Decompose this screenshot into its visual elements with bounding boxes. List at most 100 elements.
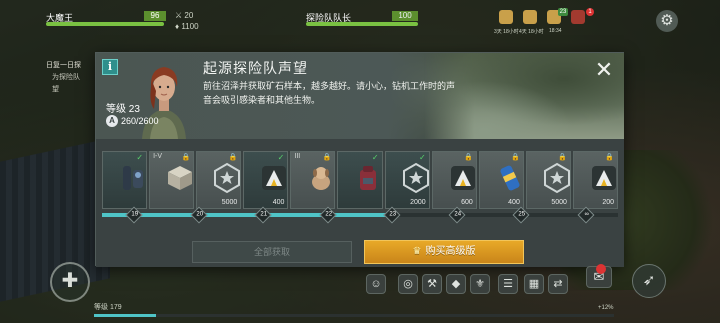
reward-tier-tag: I-V (153, 153, 163, 160)
player-stat-top-value: 20 (184, 11, 194, 20)
lock-icon: 🔒 (464, 154, 473, 161)
level-node-label: ∞ (584, 211, 589, 218)
quest-panel[interactable]: 日复一日探 为探险队 望 (46, 60, 102, 96)
level-node-row: 19 20 21 22 23 24 25 ∞ (102, 206, 618, 224)
info-icon[interactable]: i (102, 59, 118, 75)
map-icon[interactable]: ◆ (446, 274, 466, 294)
reward-quantity: 400 (508, 199, 520, 206)
reward-tier-tag: III (294, 153, 301, 160)
sprint-icon[interactable]: ➶ (632, 264, 666, 298)
dog-icon (305, 162, 337, 194)
gallery-icon[interactable]: ▦ (524, 274, 544, 294)
level-node-label: 19 (131, 211, 139, 218)
quests-icon[interactable]: ☰ (498, 274, 518, 294)
event-icon[interactable]: ◎ (398, 274, 418, 294)
checkmark-icon: ✓ (418, 153, 426, 162)
lock-icon: 🔒 (605, 154, 615, 161)
lock-icon: 🔒 (558, 154, 567, 161)
level-node-label: 23 (389, 211, 397, 218)
reward-card[interactable]: ✓ 2000 (384, 151, 432, 209)
checkmark-icon: ✓ (136, 153, 144, 162)
event-counter-badge: 23 (558, 8, 568, 16)
event-crown-icon[interactable] (523, 10, 537, 24)
modal-title: 起源探险队声望 (203, 60, 308, 76)
reward-quantity: 600 (461, 199, 473, 206)
crafting-icon[interactable]: ⚒ (422, 274, 442, 294)
supply-crate-icon (164, 162, 196, 194)
star-badge-icon (541, 162, 573, 194)
level-node: 19 (125, 206, 143, 224)
reward-card[interactable]: ✓ (337, 151, 384, 209)
reward-card[interactable]: ✓ 400 (243, 151, 290, 209)
reputation-xp-value: 260/2600 (121, 116, 159, 126)
lock-icon: 🔒 (181, 154, 191, 161)
player-level-label: 等级 179 (94, 304, 122, 311)
leader-hp-value: 100 (392, 11, 418, 21)
level-node: ∞ (577, 206, 595, 224)
buy-premium-label: 购买高级版 (425, 246, 476, 257)
crown-icon: ♛ (412, 246, 422, 257)
backpack-icon (352, 162, 384, 194)
reputation-xp: A 260/2600 (106, 115, 159, 127)
reward-card[interactable]: 🔒 400 (478, 151, 524, 209)
star-badge-icon (400, 162, 432, 194)
star-badge-icon (211, 162, 243, 194)
reward-quantity: 5000 (551, 199, 567, 206)
expedition-token-icon (258, 162, 290, 194)
player-hp-bar (46, 22, 164, 26)
reward-track: ✓ I-V 🔒 🔒 5000 ✓ 400 III 🔒 ✓ ✓ 2000 🔒 600 🔒 400 🔒 5000 🔒 20… (96, 139, 624, 267)
trade-icon[interactable]: ⇄ (548, 274, 568, 294)
player-stat-bottom-value: 1100 (181, 22, 199, 31)
player-hp-value: 96 (144, 11, 166, 21)
quest-title: 日复一日探 (46, 62, 81, 69)
gift-badge: 1 (586, 8, 594, 16)
leader-hp-bar (306, 22, 418, 26)
buy-premium-button[interactable]: ♛ 购买高级版 (364, 240, 524, 264)
level-node-label: 20 (196, 211, 203, 218)
close-button[interactable]: ✕ (592, 59, 616, 83)
reward-card[interactable]: 🔒 600 (431, 151, 479, 209)
player-stat-bottom: ♦ 1100 (175, 22, 199, 31)
reward-card[interactable]: III 🔒 (290, 151, 337, 209)
bottom-hud: ✚ ☺ ◎ ⚒ ◆ ⚜ ☰ ▦ ⇄ ✉ ➶ 等级 179 +12% (0, 262, 720, 323)
player-stat-top: ⚔ 20 (175, 11, 194, 20)
exp-progress-bar (94, 314, 614, 317)
gift-box-icon[interactable] (571, 10, 585, 24)
level-node: 25 (512, 206, 530, 224)
expedition-token-icon (447, 162, 479, 194)
exp-bonus-label: +12% (598, 305, 614, 311)
level-node-label: 24 (454, 211, 461, 218)
quest-subtitle-2: 望 (52, 86, 59, 93)
chat-notification-badge (596, 264, 606, 274)
level-node-label: 25 (518, 211, 526, 218)
level-node-label: 22 (325, 211, 332, 218)
quest-subtitle: 为探险队 (52, 74, 80, 81)
reward-quantity: 5000 (221, 199, 238, 206)
settings-gear-icon[interactable]: ⚙ (656, 10, 678, 32)
reward-card[interactable]: ✓ (102, 151, 148, 209)
lock-icon: 🔒 (511, 154, 520, 161)
top-hud: 大魔王 96 ⚔ 20 ♦ 1100 探险队队长 100 3天 18小时 4天 … (0, 0, 720, 36)
clan-icon[interactable]: ⚜ (470, 274, 490, 294)
reward-card[interactable]: 🔒 5000 (525, 151, 573, 209)
modal-header: i 等级 23 A 260/2600 起源探险队声望 前往沼泽并获取矿石样本，越… (96, 53, 624, 139)
reputation-xp-icon: A (106, 115, 118, 127)
level-node-label: 21 (260, 211, 268, 218)
checkmark-icon: ✓ (277, 153, 285, 162)
level-node: 24 (448, 206, 466, 224)
reward-quantity: 2000 (410, 199, 426, 206)
friends-icon[interactable]: ☺ (366, 274, 386, 294)
level-node: 20 (190, 206, 208, 224)
lock-icon: 🔒 (228, 154, 238, 161)
lock-icon: 🔒 (322, 154, 332, 161)
reward-card[interactable]: 🔒 5000 (196, 151, 243, 209)
reward-quantity: 400 (272, 199, 285, 206)
level-node: 23 (383, 206, 401, 224)
event-chest-icon[interactable] (499, 10, 513, 24)
reward-card[interactable]: 🔒 200 (572, 151, 619, 209)
movement-joystick-icon[interactable]: ✚ (50, 262, 90, 302)
reward-card[interactable]: I-V 🔒 (149, 151, 196, 209)
reward-quantity: 200 (602, 199, 615, 206)
claim-all-button[interactable]: 全部获取 (192, 241, 352, 263)
checkmark-icon: ✓ (371, 153, 379, 162)
